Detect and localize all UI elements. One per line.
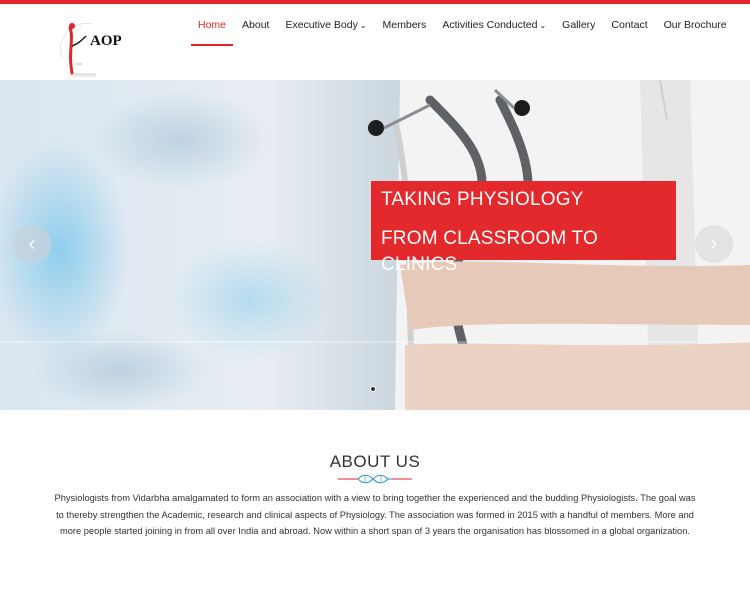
nav-members[interactable]: Members [375,19,435,49]
slider-indicator-dot[interactable] [370,386,376,392]
about-section-text: Physiologists from Vidarbha amalgamated … [54,493,696,536]
nav-contact-label: Contact [611,19,648,31]
nav-about[interactable]: About [234,19,277,49]
chevron-right-icon: › [710,232,718,255]
nav-about-label: About [242,19,270,31]
chevron-down-icon: ⌄ [359,21,367,30]
nav-executive-body[interactable]: Executive Body ⌄ [277,19,374,49]
chevron-down-icon: ⌄ [539,21,547,30]
hero-slider: TAKING PHYSIOLOGY FROM CLASSROOM TO CLIN… [0,80,750,410]
dna-divider-icon [338,474,412,484]
nav-members-label: Members [382,19,427,31]
nav-activities[interactable]: Activities Conducted ⌄ [434,19,554,49]
about-section-title: ABOUT US [329,452,421,471]
chevron-left-icon: ‹ [28,232,36,255]
main-nav: Home About Executive Body ⌄ Members Activ… [190,19,735,49]
slider-next-button[interactable]: › [695,225,733,263]
logo-abbreviation: AOP [90,33,122,49]
nav-home[interactable]: Home [190,19,234,49]
nav-executive-label: Executive Body [285,19,358,31]
nav-brochure-label: Our Brochure [663,19,727,31]
site-header: AOP Home About Executive Body ⌄ Members A… [0,4,750,80]
hero-caption-line1: TAKING PHYSIOLOGY [381,189,584,210]
hero-caption: TAKING PHYSIOLOGY FROM CLASSROOM TO CLIN… [371,181,676,275]
nav-contact[interactable]: Contact [603,19,655,49]
nav-gallery[interactable]: Gallery [554,19,603,49]
nav-activities-label: Activities Conducted [442,19,538,31]
slider-prev-button[interactable]: ‹ [13,225,51,263]
hero-caption-line2: FROM CLASSROOM TO CLINICS [381,228,599,275]
nav-home-label: Home [198,19,227,31]
nav-brochure[interactable]: Our Brochure [656,19,735,49]
nav-gallery-label: Gallery [562,19,596,31]
